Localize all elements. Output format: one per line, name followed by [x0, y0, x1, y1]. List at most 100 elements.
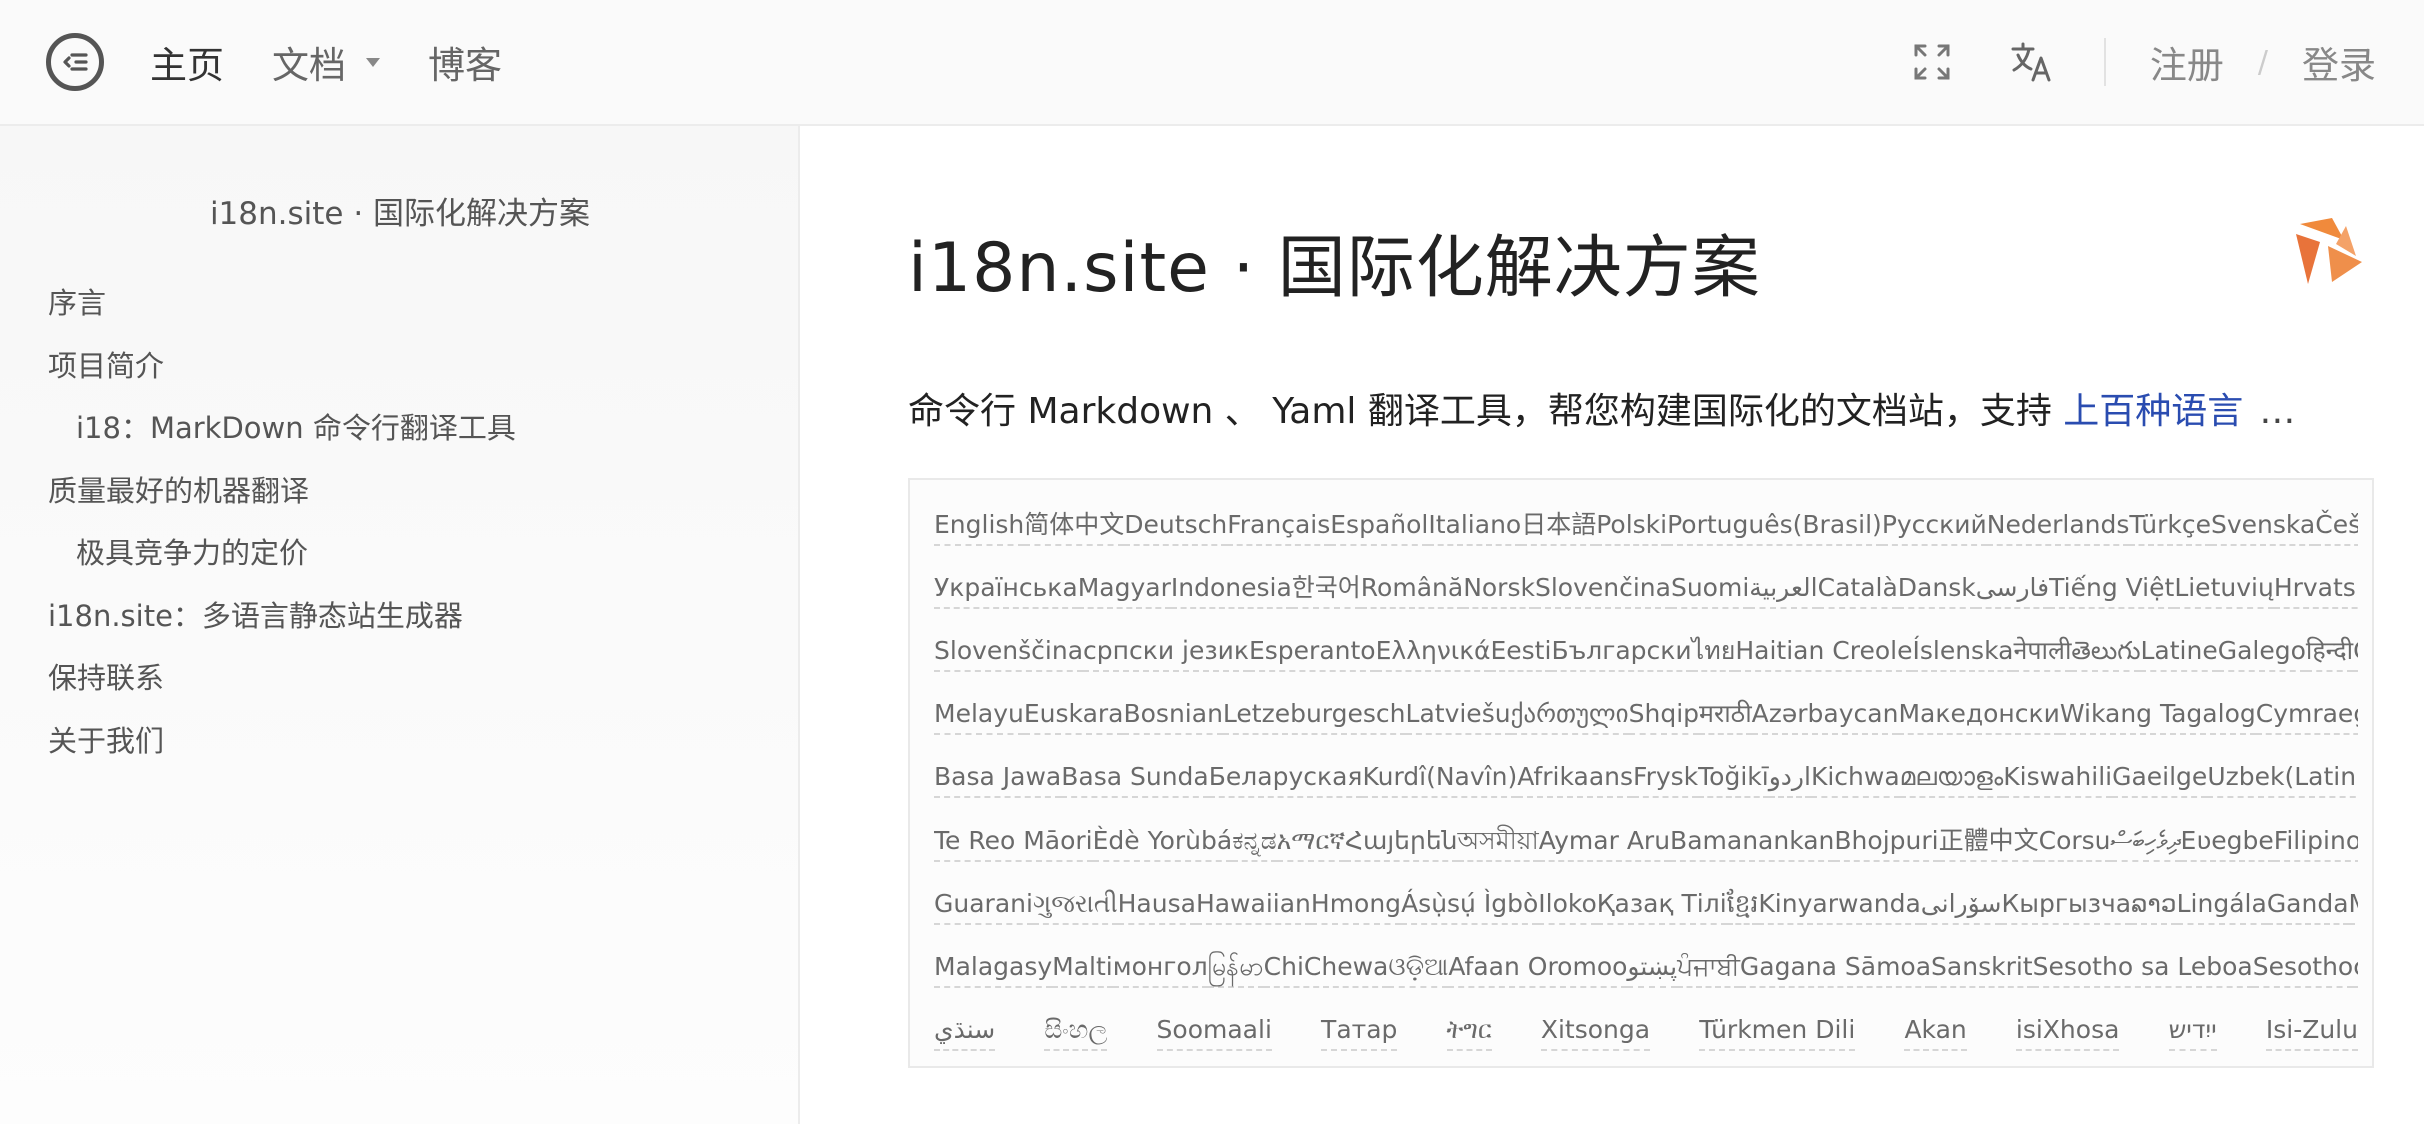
language-link[interactable]: پښتو	[1627, 948, 1678, 988]
language-link[interactable]: Eʋegbe	[2180, 822, 2274, 862]
language-link[interactable]: Dansk	[1897, 569, 1976, 609]
nav-home[interactable]: 主页	[150, 35, 224, 89]
language-link[interactable]: Tiếng Việt	[2049, 569, 2175, 609]
translate-icon[interactable]	[2008, 38, 2056, 86]
language-link[interactable]: Svenska	[2210, 506, 2316, 546]
language-link[interactable]: Македонски	[1898, 695, 2060, 736]
language-link[interactable]: Հայերեն	[1345, 822, 1458, 862]
collapse-menu-icon[interactable]	[46, 33, 104, 91]
sidebar-item[interactable]: 关于我们	[48, 710, 516, 773]
language-link[interactable]: Indonesia	[1170, 569, 1292, 609]
language-link[interactable]: Українська	[934, 569, 1078, 609]
language-link[interactable]: Español	[1330, 506, 1429, 546]
language-link[interactable]: ChiChewa	[1263, 948, 1389, 988]
language-link[interactable]: Soomaali	[1156, 1011, 1272, 1052]
language-link[interactable]: Gagana Sāmoa	[1739, 948, 1932, 988]
language-link[interactable]: Hrvatski	[2273, 569, 2358, 609]
language-link[interactable]: ქართული	[1510, 695, 1629, 736]
language-link[interactable]: Wikang Tagalog	[2059, 695, 2256, 736]
language-link[interactable]: فارسی	[1975, 569, 2050, 609]
language-link[interactable]: Bhojpuri	[1834, 822, 1939, 862]
language-link[interactable]: Malti	[1052, 948, 1113, 988]
language-link[interactable]: ລາວ	[2131, 885, 2177, 925]
language-link[interactable]: Română	[1360, 569, 1464, 609]
language-link[interactable]: Aymar Aru	[1538, 822, 1671, 862]
language-link[interactable]: አማርኛ	[1276, 822, 1346, 862]
language-link[interactable]: Hmong	[1310, 885, 1402, 925]
language-link[interactable]: Italiano	[1428, 506, 1522, 546]
sidebar-item[interactable]: 保持联系	[48, 647, 516, 710]
sidebar-item[interactable]: 极具竞争力的定价	[48, 522, 516, 585]
language-link[interactable]: Basa Jawa	[934, 758, 1062, 799]
language-link[interactable]: Azərbaycan	[1751, 695, 1899, 736]
language-link[interactable]: Filipino	[2273, 822, 2358, 862]
language-link[interactable]: Ganda	[2266, 885, 2349, 925]
language-link[interactable]: Haitian Creole	[1735, 632, 1913, 672]
language-link[interactable]: ગુજરાતી	[1032, 885, 1118, 925]
language-link[interactable]: Basa Sunda	[1061, 758, 1209, 799]
language-link[interactable]: Hawaiian	[1195, 885, 1311, 925]
language-link[interactable]: Sesotho sa Leboa	[2032, 948, 2253, 988]
language-link[interactable]: اردو	[1768, 758, 1811, 799]
language-link[interactable]: Èdè Yorùbá	[1092, 822, 1233, 862]
fullscreen-icon[interactable]	[1908, 38, 1956, 86]
language-link[interactable]: 日本語	[1521, 506, 1597, 546]
language-link[interactable]: Suomi	[1670, 569, 1750, 609]
language-link[interactable]: မြန်မာ	[1207, 948, 1264, 988]
language-link[interactable]: Nederlands	[1986, 506, 2130, 546]
language-link[interactable]: Kurdî(Navîn)	[1362, 758, 1518, 799]
language-link[interactable]: سۆرانی	[1920, 885, 2002, 925]
language-link[interactable]: Toğikī	[1698, 758, 1769, 799]
language-link[interactable]: සිංහල	[1044, 1011, 1108, 1052]
language-link[interactable]: Guarani	[934, 885, 1033, 925]
language-link[interactable]: Akan	[1904, 1011, 1967, 1052]
language-link[interactable]: Shqip	[1628, 695, 1700, 736]
language-link[interactable]: ଓଡ଼ିଆ	[1388, 948, 1449, 988]
language-link[interactable]: Maithili	[2348, 885, 2358, 925]
language-link[interactable]: Български	[1551, 632, 1692, 672]
language-link[interactable]: తెలుగు	[2071, 632, 2141, 672]
language-link[interactable]: 한국어	[1291, 569, 1361, 609]
language-link[interactable]: Cebuano	[2353, 632, 2358, 672]
language-link[interactable]: ខ្មែរ	[1726, 885, 1759, 925]
language-link[interactable]: Corsu	[2038, 822, 2111, 862]
language-link[interactable]: Cymraeg	[2255, 695, 2358, 736]
more-ellipsis[interactable]: …	[2259, 391, 2295, 432]
language-link[interactable]: मराठी	[1699, 695, 1752, 736]
language-link[interactable]: Te Reo Māori	[934, 822, 1093, 862]
language-link[interactable]: Galego	[2217, 632, 2306, 672]
language-link[interactable]: Euskara	[1023, 695, 1124, 736]
language-link[interactable]: Русский	[1881, 506, 1987, 546]
language-link[interactable]: Polski	[1596, 506, 1668, 546]
language-link[interactable]: Slovenščina	[934, 632, 1084, 672]
language-link[interactable]: 正體中文	[1938, 822, 2039, 862]
language-link[interactable]: isiXhosa	[2015, 1011, 2120, 1052]
language-link[interactable]: Lingála	[2176, 885, 2267, 925]
language-link[interactable]: монгол	[1112, 948, 1208, 988]
language-link[interactable]: ייִדיש	[2168, 1011, 2217, 1052]
language-link[interactable]: Latine	[2140, 632, 2218, 672]
language-link[interactable]: Latviešu	[1405, 695, 1511, 736]
nav-docs[interactable]: 文档	[272, 35, 380, 89]
language-link[interactable]: ދިވެހިބަސް	[2110, 822, 2181, 862]
language-link[interactable]: Slovenčina	[1534, 569, 1671, 609]
language-link[interactable]: 简体中文	[1024, 506, 1125, 546]
language-link[interactable]: ไทย	[1691, 632, 1736, 672]
language-link[interactable]: Татар	[1321, 1011, 1398, 1052]
language-link[interactable]: српски језик	[1083, 632, 1249, 672]
language-link[interactable]: Bamanankan	[1670, 822, 1835, 862]
language-link[interactable]: Esperanto	[1248, 632, 1376, 672]
language-link[interactable]: Gaeilge	[2112, 758, 2208, 799]
language-link[interactable]: Ελληνικά	[1375, 632, 1491, 672]
language-link[interactable]: Xitsonga	[1540, 1011, 1651, 1052]
language-link[interactable]: ಕನ್ನಡ	[1232, 822, 1277, 862]
language-link[interactable]: Deutsch	[1124, 506, 1228, 546]
language-link[interactable]: Eesti	[1490, 632, 1552, 672]
language-link[interactable]: Kiswahili	[2003, 758, 2113, 799]
language-link[interactable]: മലയാളം	[1899, 758, 2004, 799]
language-link[interactable]: हिन्दी	[2305, 632, 2354, 672]
language-link[interactable]: Français	[1227, 506, 1331, 546]
login-link[interactable]: 登录	[2302, 35, 2376, 89]
language-link[interactable]: Afaan Oromoo	[1448, 948, 1628, 988]
register-link[interactable]: 注册	[2150, 35, 2224, 89]
